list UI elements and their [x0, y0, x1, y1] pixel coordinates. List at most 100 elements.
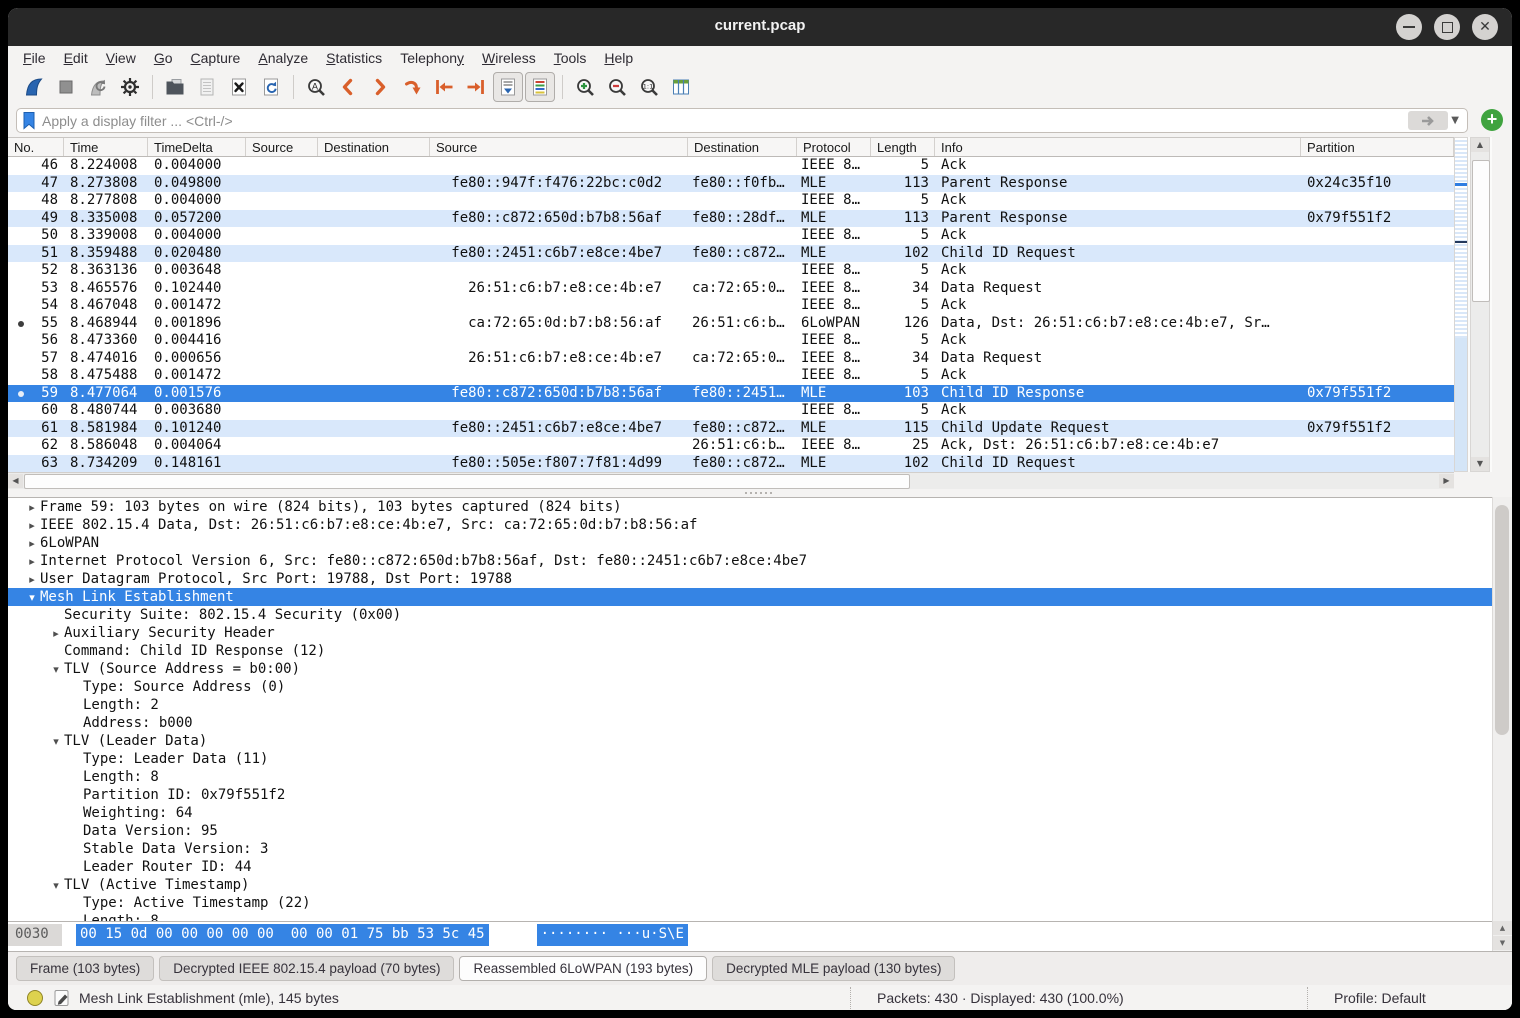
byte-view-tab[interactable]: Decrypted IEEE 802.15.4 payload (70 byte…: [159, 956, 454, 981]
column-header-no-0[interactable]: No.: [8, 138, 64, 156]
column-header-destination-6[interactable]: Destination: [688, 138, 797, 156]
scroll-left-arrow[interactable]: ◀: [8, 474, 23, 488]
toolbar-zoom-out-button[interactable]: [602, 72, 632, 102]
byte-view-tab[interactable]: Frame (103 bytes): [16, 956, 154, 981]
detail-row[interactable]: Length: 8: [8, 768, 1492, 786]
detail-row[interactable]: Type: Active Timestamp (22): [8, 894, 1492, 912]
toolbar-go-back-button[interactable]: [333, 72, 363, 102]
vertical-scroll-thumb[interactable]: [1472, 160, 1490, 302]
detail-row[interactable]: Type: Source Address (0): [8, 678, 1492, 696]
toolbar-go-last-button[interactable]: [461, 72, 491, 102]
toolbar-zoom-original-button[interactable]: 1:1: [634, 72, 664, 102]
detail-row[interactable]: Length: 2: [8, 696, 1492, 714]
byte-view-tab[interactable]: Decrypted MLE payload (130 bytes): [712, 956, 955, 981]
toolbar-file-open-button[interactable]: [160, 72, 190, 102]
detail-row[interactable]: Command: Child ID Response (12): [8, 642, 1492, 660]
toolbar-go-first-button[interactable]: [429, 72, 459, 102]
detail-row[interactable]: Length: 8: [8, 912, 1492, 921]
toolbar-zoom-in-button[interactable]: [570, 72, 600, 102]
detail-row[interactable]: Partition ID: 0x79f551f2: [8, 786, 1492, 804]
toolbar-capture-restart-button[interactable]: [83, 72, 113, 102]
detail-row[interactable]: ▸Auxiliary Security Header: [8, 624, 1492, 642]
toolbar-file-save-button[interactable]: [192, 72, 222, 102]
menu-telephony[interactable]: Telephony: [391, 48, 473, 68]
detail-row[interactable]: ▸Internet Protocol Version 6, Src: fe80:…: [8, 552, 1492, 570]
expander-collapsed-icon[interactable]: ▸: [24, 571, 40, 589]
scroll-up-arrow[interactable]: ▲: [1471, 138, 1489, 152]
toolbar-capture-stop-button[interactable]: [51, 72, 81, 102]
filter-add-button[interactable]: +: [1481, 109, 1503, 131]
horizontal-scroll-thumb[interactable]: [24, 474, 910, 489]
packet-row-50[interactable]: 508.3390080.004000IEEE 8…5Ack: [8, 227, 1454, 245]
detail-row[interactable]: ▾TLV (Source Address = b0:00): [8, 660, 1492, 678]
detail-row[interactable]: Weighting: 64: [8, 804, 1492, 822]
pane-splitter[interactable]: [8, 489, 1512, 497]
filter-apply-button[interactable]: [1408, 111, 1448, 130]
detail-row[interactable]: Address: b000: [8, 714, 1492, 732]
packet-row-46[interactable]: 468.2240080.004000IEEE 8…5Ack: [8, 157, 1454, 175]
toolbar-go-forward-button[interactable]: [365, 72, 395, 102]
menu-go[interactable]: Go: [145, 48, 182, 68]
toolbar-file-close-button[interactable]: [224, 72, 254, 102]
expander-expanded-icon[interactable]: ▾: [24, 589, 40, 607]
hex-row[interactable]: 003000 15 0d 00 00 00 00 00 00 00 01 75 …: [8, 924, 1492, 946]
hex-ascii-selected[interactable]: ········ ···u·S\E: [537, 924, 688, 946]
expander-expanded-icon[interactable]: ▾: [48, 661, 64, 679]
hex-bytes-selected[interactable]: 00 15 0d 00 00 00 00 00 00 00 01 75 bb 5…: [76, 924, 489, 946]
scroll-down-arrow[interactable]: ▼: [1471, 457, 1489, 471]
detail-row[interactable]: ▸Frame 59: 103 bytes on wire (824 bits),…: [8, 498, 1492, 516]
details-vscrollbar[interactable]: [1492, 497, 1512, 921]
filter-dropdown-caret[interactable]: ▼: [1451, 115, 1459, 126]
packet-row-60[interactable]: 608.4807440.003680IEEE 8…5Ack: [8, 402, 1454, 420]
column-header-partition-10[interactable]: Partition: [1301, 138, 1454, 156]
bytes-scroll-down-arrow[interactable]: ▼: [1493, 936, 1512, 950]
menu-file[interactable]: File: [14, 48, 55, 68]
details-scroll-thumb[interactable]: [1495, 505, 1509, 735]
toolbar-capture-start-button[interactable]: [19, 72, 49, 102]
minimize-button[interactable]: [1396, 14, 1422, 40]
packet-row-48[interactable]: 488.2778080.004000IEEE 8…5Ack: [8, 192, 1454, 210]
toolbar-capture-options-button[interactable]: [115, 72, 145, 102]
detail-row[interactable]: ▾TLV (Leader Data): [8, 732, 1492, 750]
detail-row[interactable]: Type: Leader Data (11): [8, 750, 1492, 768]
detail-row[interactable]: ▸IEEE 802.15.4 Data, Dst: 26:51:c6:b7:e8…: [8, 516, 1492, 534]
detail-row[interactable]: Stable Data Version: 3: [8, 840, 1492, 858]
toolbar-find-packet-button[interactable]: A: [301, 72, 331, 102]
profile-status[interactable]: Profile: Default: [1307, 987, 1512, 1009]
bytes-scroll-up-arrow[interactable]: ▲: [1493, 921, 1512, 935]
byte-view-tab-active[interactable]: Reassembled 6LoWPAN (193 bytes): [459, 956, 707, 981]
packet-row-53[interactable]: 538.4655760.10244026:51:c6:b7:e8:ce:4b:e…: [8, 280, 1454, 298]
expander-collapsed-icon[interactable]: ▸: [48, 625, 64, 643]
toolbar-colorize-button[interactable]: [525, 72, 555, 102]
toolbar-resize-columns-button[interactable]: [666, 72, 696, 102]
bookmark-icon[interactable]: [22, 111, 36, 130]
packet-row-61[interactable]: 618.5819840.101240fe80::2451:c6b7:e8ce:4…: [8, 420, 1454, 438]
packet-row-57[interactable]: 578.4740160.00065626:51:c6:b7:e8:ce:4b:e…: [8, 350, 1454, 368]
column-header-protocol-7[interactable]: Protocol: [797, 138, 871, 156]
packet-row-51[interactable]: 518.3594880.020480fe80::2451:c6b7:e8ce:4…: [8, 245, 1454, 263]
detail-row[interactable]: ▸User Datagram Protocol, Src Port: 19788…: [8, 570, 1492, 588]
column-header-destination-4[interactable]: Destination: [318, 138, 430, 156]
expander-collapsed-icon[interactable]: ▸: [24, 517, 40, 535]
toolbar-auto-scroll-button[interactable]: [493, 72, 523, 102]
packet-list-hscrollbar[interactable]: ◀ ▶: [8, 472, 1454, 489]
packet-row-47[interactable]: 478.2738080.049800fe80::947f:f476:22bc:c…: [8, 175, 1454, 193]
packet-row-49[interactable]: 498.3350080.057200fe80::c872:650d:b7b8:5…: [8, 210, 1454, 228]
close-button[interactable]: ✕: [1472, 14, 1498, 40]
expert-info-icon[interactable]: [52, 988, 71, 1007]
capture-file-properties-icon[interactable]: [26, 989, 44, 1007]
packet-row-56[interactable]: 568.4733600.004416IEEE 8…5Ack: [8, 332, 1454, 350]
expander-expanded-icon[interactable]: ▾: [48, 733, 64, 751]
detail-row[interactable]: Security Suite: 802.15.4 Security (0x00): [8, 606, 1492, 624]
packet-row-62[interactable]: 628.5860480.00406426:51:c6:b…IEEE 8…25Ac…: [8, 437, 1454, 455]
menu-help[interactable]: Help: [595, 48, 642, 68]
column-header-timedelta-2[interactable]: TimeDelta: [148, 138, 246, 156]
packet-row-59[interactable]: 598.4770640.001576fe80::c872:650d:b7b8:5…: [8, 385, 1454, 403]
column-header-time-1[interactable]: Time: [64, 138, 148, 156]
expander-expanded-icon[interactable]: ▾: [48, 877, 64, 895]
toolbar-go-to-packet-button[interactable]: [397, 72, 427, 102]
detail-row[interactable]: Leader Router ID: 44: [8, 858, 1492, 876]
menu-capture[interactable]: Capture: [182, 48, 250, 68]
detail-row[interactable]: Data Version: 95: [8, 822, 1492, 840]
expander-collapsed-icon[interactable]: ▸: [24, 499, 40, 517]
